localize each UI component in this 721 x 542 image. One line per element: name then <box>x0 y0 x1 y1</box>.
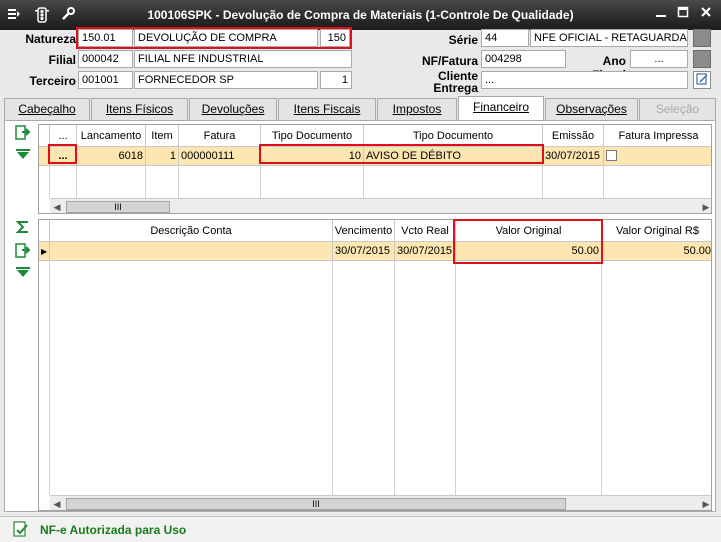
grid-line <box>145 166 146 198</box>
terceiro-desc-field[interactable]: FORNECEDOR SP <box>134 71 318 89</box>
serie-desc-field[interactable]: NFE OFICIAL - RETAGUARDA <box>530 29 688 47</box>
grid-line <box>455 261 456 495</box>
cell-valor-original-rs[interactable]: 50.00 <box>602 242 711 261</box>
close-icon[interactable] <box>697 6 715 22</box>
down-arrow-icon[interactable] <box>14 146 32 164</box>
cliente-entrega-label: Cliente Entrega <box>433 69 478 95</box>
col-header-tipo-documento-desc[interactable]: Tipo Documento <box>364 125 543 147</box>
grid-line <box>542 166 543 198</box>
bottom-grid-hscroll[interactable]: ◀ III ▶ <box>50 495 711 510</box>
maximize-icon[interactable] <box>674 6 692 22</box>
filial-label: Filial <box>48 53 76 67</box>
tab-itens-fiscais[interactable]: Itens Fiscais <box>278 98 376 120</box>
natureza-code-field[interactable]: 150.01 <box>78 29 133 47</box>
col-header-fatura-impressa[interactable]: Fatura Impressa <box>604 125 711 147</box>
tab-cabecalho[interactable]: Cabeçalho <box>4 98 90 120</box>
edit-document-icon[interactable] <box>693 71 711 89</box>
row-dots-button[interactable]: ... <box>50 147 77 166</box>
tab-financeiro[interactable]: Financeiro <box>458 96 544 121</box>
status-bar: NF-e Autorizada para Uso <box>0 516 721 542</box>
grid-line <box>178 166 179 198</box>
nf-fatura-field[interactable]: 004298 <box>481 50 566 68</box>
row-indicator <box>39 147 50 166</box>
col-header-item[interactable]: Item <box>146 125 179 147</box>
nf-fatura-label: NF/Fatura <box>421 54 478 68</box>
contas-grid: Descrição Conta Vencimento Vcto Real Val… <box>38 219 712 511</box>
grid-line <box>603 166 604 198</box>
cell-fatura[interactable]: 000000111 <box>179 147 261 166</box>
grid-line <box>601 261 602 495</box>
col-header-dots[interactable]: ... <box>50 125 77 147</box>
cliente-entrega-field[interactable]: ... <box>481 71 688 89</box>
down-arrow-icon[interactable] <box>14 264 32 282</box>
scroll-left-icon[interactable]: ◀ <box>50 497 64 510</box>
cell-tipo-documento-desc[interactable]: AVISO DE DÉBITO <box>364 147 543 166</box>
export-icon[interactable] <box>14 242 32 260</box>
natureza-num-field[interactable]: 150 <box>320 29 350 47</box>
grid-line <box>49 261 50 495</box>
filial-desc-field[interactable]: FILIAL NFE INDUSTRIAL <box>134 50 352 68</box>
grid-line <box>76 166 77 198</box>
scroll-right-icon[interactable]: ▶ <box>699 200 711 213</box>
title-bar: 100106SPK - Devolução de Compra de Mater… <box>0 0 721 30</box>
tab-itens-fisicos[interactable]: Itens Físicos <box>91 98 188 120</box>
grid-corner <box>39 220 50 242</box>
cell-item[interactable]: 1 <box>146 147 179 166</box>
sigma-icon[interactable] <box>14 220 32 238</box>
natureza-label: Natureza <box>25 32 76 46</box>
cell-lancamento[interactable]: 6018 <box>77 147 146 166</box>
col-header-vcto-real[interactable]: Vcto Real <box>395 220 456 242</box>
minimize-icon[interactable] <box>652 6 670 22</box>
grid-line <box>49 166 50 198</box>
col-header-lancamento[interactable]: Lancamento <box>77 125 146 147</box>
terceiro-code-field[interactable]: 001001 <box>78 71 133 89</box>
cell-descricao-conta[interactable] <box>50 242 333 261</box>
terceiro-label: Terceiro <box>29 74 76 88</box>
grid-line <box>332 261 333 495</box>
col-header-tipo-documento[interactable]: Tipo Documento <box>261 125 364 147</box>
status-text: NF-e Autorizada para Uso <box>40 523 187 537</box>
ano-fiscal-lookup-button[interactable] <box>693 50 711 68</box>
grid-corner <box>39 125 50 147</box>
cell-fatura-impressa[interactable] <box>604 147 711 166</box>
faturas-grid: ... Lancamento Item Fatura Tipo Document… <box>38 124 712 214</box>
col-header-emissao[interactable]: Emissão <box>543 125 604 147</box>
terceiro-num-field[interactable]: 1 <box>320 71 352 89</box>
window-title: 100106SPK - Devolução de Compra de Mater… <box>147 8 574 22</box>
tab-impostos[interactable]: Impostos <box>377 98 457 120</box>
serie-label: Série <box>448 33 478 47</box>
nfe-status-icon <box>12 521 30 542</box>
ano-fiscal-field[interactable]: ... <box>630 50 688 68</box>
col-header-fatura[interactable]: Fatura <box>179 125 261 147</box>
scroll-thumb[interactable]: III <box>66 201 170 213</box>
cell-vcto-real[interactable]: 30/07/2015 <box>395 242 456 261</box>
filial-code-field[interactable]: 000042 <box>78 50 133 68</box>
serie-lookup-button[interactable] <box>693 29 711 47</box>
tab-devolucoes[interactable]: Devoluções <box>189 98 277 120</box>
grid-line <box>260 166 261 198</box>
col-header-descricao-conta[interactable]: Descrição Conta <box>50 220 333 242</box>
scroll-right-icon[interactable]: ▶ <box>699 497 711 510</box>
col-header-vencimento[interactable]: Vencimento <box>333 220 395 242</box>
row-indicator-arrow-icon: ▶ <box>39 242 50 261</box>
scroll-thumb[interactable]: III <box>66 498 566 510</box>
col-header-valor-original-rs[interactable]: Valor Original R$ <box>602 220 711 242</box>
col-header-valor-original[interactable]: Valor Original <box>456 220 602 242</box>
grid-line <box>394 261 395 495</box>
top-grid-hscroll[interactable]: ◀ III ▶ <box>50 198 711 213</box>
fatura-impressa-checkbox[interactable] <box>606 150 617 161</box>
tab-selecao: Seleção <box>639 98 716 120</box>
cell-emissao[interactable]: 30/07/2015 <box>543 147 604 166</box>
cell-tipo-documento[interactable]: 10 <box>261 147 364 166</box>
main-window: 100106SPK - Devolução de Compra de Mater… <box>0 0 721 542</box>
grid-line <box>363 166 364 198</box>
tab-observacoes[interactable]: Observações <box>545 98 638 120</box>
natureza-desc-field[interactable]: DEVOLUÇÃO DE COMPRA <box>134 29 318 47</box>
cell-valor-original[interactable]: 50.00 <box>456 242 602 261</box>
cell-vencimento[interactable]: 30/07/2015 <box>333 242 395 261</box>
export-icon[interactable] <box>14 124 32 142</box>
scroll-left-icon[interactable]: ◀ <box>50 200 64 213</box>
serie-code-field[interactable]: 44 <box>481 29 529 47</box>
